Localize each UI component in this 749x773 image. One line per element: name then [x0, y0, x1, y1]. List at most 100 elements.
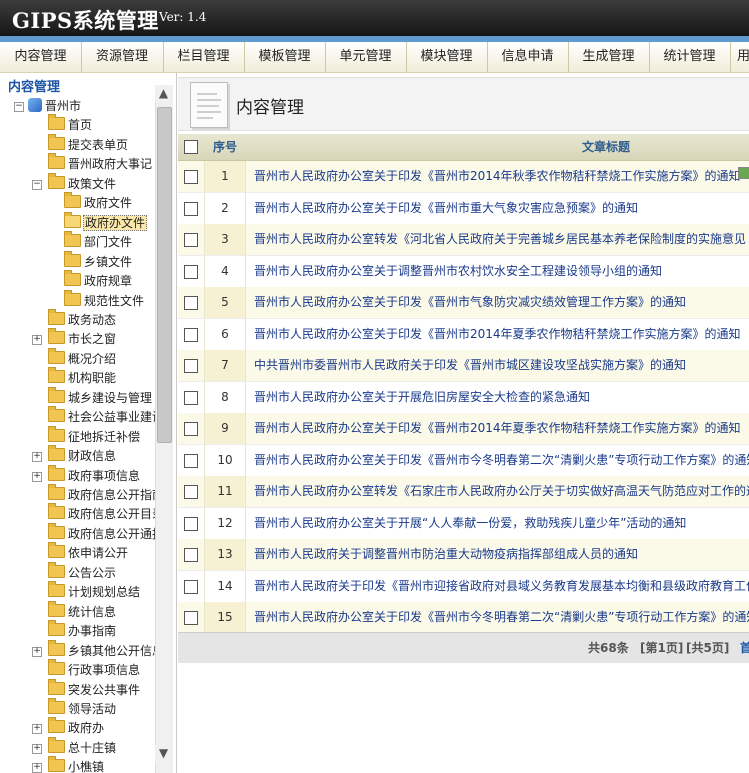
- row-checkbox[interactable]: [184, 233, 198, 247]
- nav-item-10[interactable]: 用户: [730, 42, 749, 72]
- article-title-link[interactable]: 晋州市人民政府办公室关于开展“人人奉献一份爱，救助残疾儿童少年”活动的通知: [254, 508, 686, 539]
- article-title-link[interactable]: 晋州市人民政府关于印发《晋州市迎接省政府对县域义务教育发展基本均衡和县级政府教育…: [254, 571, 749, 602]
- expand-icon[interactable]: +: [32, 452, 42, 463]
- collapse-icon[interactable]: −: [14, 102, 24, 112]
- tree-node[interactable]: 政府办文件: [64, 211, 148, 233]
- collapse-icon[interactable]: −: [32, 179, 42, 190]
- nav-item-5[interactable]: 单元管理: [325, 42, 407, 72]
- tree-node[interactable]: 乡镇文件: [64, 250, 133, 272]
- tree-node-label: 政府信息公开目录: [68, 507, 155, 522]
- tree-node[interactable]: 领导活动: [48, 697, 117, 719]
- row-checkbox[interactable]: [184, 359, 198, 373]
- article-title-link[interactable]: 晋州市人民政府办公室转发《河北省人民政府关于完善城乡居民基本养老保险制度的实施意…: [254, 224, 746, 255]
- article-title-link[interactable]: 晋州市人民政府办公室关于印发《晋州市今冬明春第二次“清剿火患”专项行动工作方案》…: [254, 602, 749, 633]
- tree-node[interactable]: + 总十庄镇: [32, 736, 117, 758]
- row-checkbox[interactable]: [184, 579, 198, 594]
- row-checkbox[interactable]: [184, 422, 198, 436]
- tree-node[interactable]: 办事指南: [48, 620, 117, 641]
- tree-node[interactable]: 城乡建设与管理: [48, 386, 153, 408]
- tree-node[interactable]: 规范性文件: [64, 289, 145, 311]
- row-checkbox[interactable]: [184, 327, 198, 342]
- row-index: 6: [204, 318, 246, 350]
- tree-node[interactable]: 首页: [48, 114, 93, 135]
- scroll-up-icon[interactable]: ▲: [155, 85, 172, 102]
- select-all-checkbox[interactable]: [184, 140, 198, 154]
- tree-node[interactable]: 统计信息: [48, 600, 117, 622]
- tree-node[interactable]: 征地拆迁补偿: [48, 425, 141, 447]
- table-row: 4 晋州市人民政府办公室关于调整晋州市农村饮水安全工程建设领导小组的通知: [178, 255, 749, 288]
- tree-node[interactable]: + 小樵镇: [32, 756, 105, 773]
- nav-item-1[interactable]: 内容管理: [0, 42, 82, 72]
- tree-node[interactable]: 晋州政府大事记: [48, 153, 153, 174]
- tree-node[interactable]: 公告公示: [48, 561, 117, 583]
- article-title-link[interactable]: 晋州市人民政府办公室关于印发《晋州市2014年夏季农作物秸秆禁烧工作实施方案》的…: [254, 413, 741, 444]
- nav-item-2[interactable]: 资源管理: [81, 42, 164, 72]
- expand-icon[interactable]: +: [32, 743, 42, 754]
- row-checkbox[interactable]: [184, 548, 198, 562]
- folder-icon: [64, 192, 81, 209]
- row-checkbox[interactable]: [184, 390, 198, 405]
- folder-icon: [48, 756, 65, 773]
- article-title-link[interactable]: 晋州市人民政府关于调整晋州市防治重大动物疫病指挥部组成人员的通知: [254, 539, 638, 570]
- tree-node[interactable]: 政府信息公开指南: [48, 484, 155, 505]
- article-title-link[interactable]: 晋州市人民政府办公室转发《石家庄市人民政府办公厅关于切实做好高温天气防范应对工作…: [254, 476, 749, 507]
- scroll-down-icon[interactable]: ▼: [155, 745, 172, 762]
- pager-first-link[interactable]: 首: [740, 633, 749, 663]
- nav-item-8[interactable]: 生成管理: [568, 42, 650, 72]
- tree-node[interactable]: + 市长之窗: [32, 328, 117, 349]
- tree-node-label: 部门文件: [84, 235, 133, 250]
- article-title-link[interactable]: 晋州市人民政府办公室关于印发《晋州市2014年秋季农作物秸秆禁烧工作实施方案》的…: [254, 161, 741, 192]
- nav-item-6[interactable]: 模块管理: [406, 42, 488, 72]
- expand-icon[interactable]: +: [32, 763, 42, 773]
- row-checkbox[interactable]: [184, 201, 198, 216]
- article-title-link[interactable]: 晋州市人民政府办公室关于印发《晋州市气象防灾减灾绩效管理工作方案》的通知: [254, 287, 686, 318]
- tree-node[interactable]: − 政策文件: [32, 172, 117, 194]
- tree-node[interactable]: 依申请公开: [48, 542, 129, 563]
- tree-node[interactable]: + 乡镇其他公开信息: [32, 639, 155, 661]
- tree-node[interactable]: 政务动态: [48, 308, 117, 330]
- image-attachment-icon: [738, 167, 749, 179]
- scrollbar-thumb[interactable]: [157, 107, 172, 443]
- row-checkbox[interactable]: [184, 611, 198, 625]
- row-checkbox[interactable]: [184, 453, 198, 468]
- article-title-link[interactable]: 晋州市人民政府办公室关于开展危旧房屋安全大检查的紧急通知: [254, 382, 590, 413]
- nav-item-9[interactable]: 统计管理: [649, 42, 731, 72]
- app-title: GIPS系统管理: [12, 8, 159, 33]
- article-title-link[interactable]: 晋州市人民政府办公室关于印发《晋州市今冬明春第二次“清剿火患”专项行动工作方案》…: [254, 445, 749, 476]
- article-title-link[interactable]: 晋州市人民政府办公室关于印发《晋州市2014年夏季农作物秸秆禁烧工作实施方案》的…: [254, 319, 741, 350]
- tree-node[interactable]: − 晋州市: [14, 97, 82, 116]
- expand-icon[interactable]: +: [32, 471, 42, 482]
- tree-node[interactable]: + 财政信息: [32, 445, 117, 466]
- nav-item-7[interactable]: 信息申请: [487, 42, 569, 72]
- column-header-title[interactable]: 文章标题: [582, 134, 630, 160]
- row-checkbox[interactable]: [184, 296, 198, 310]
- tree-node[interactable]: 政府规章: [64, 270, 133, 291]
- expand-icon[interactable]: +: [32, 646, 42, 657]
- tree-node[interactable]: 突发公共事件: [48, 678, 141, 700]
- tree-node[interactable]: 社会公益事业建设: [48, 406, 155, 427]
- nav-item-3[interactable]: 栏目管理: [163, 42, 245, 72]
- tree-node[interactable]: 机构职能: [48, 367, 117, 388]
- row-checkbox[interactable]: [184, 485, 198, 499]
- folder-icon: [48, 386, 65, 403]
- tree-node[interactable]: + 政府办: [32, 717, 105, 738]
- folder-icon: [48, 542, 65, 559]
- article-title-link[interactable]: 中共晋州市委晋州市人民政府关于印发《晋州市城区建设攻坚战实施方案》的通知: [254, 350, 686, 381]
- row-checkbox[interactable]: [184, 264, 198, 279]
- tree-node[interactable]: 政府文件: [64, 192, 133, 213]
- expand-icon[interactable]: +: [32, 724, 42, 735]
- tree-node[interactable]: 计划规划总结: [48, 581, 141, 602]
- tree-node[interactable]: 概况介绍: [48, 347, 117, 369]
- tree-node[interactable]: 行政事项信息: [48, 659, 141, 680]
- row-checkbox[interactable]: [184, 516, 198, 531]
- tree-node[interactable]: 部门文件: [64, 231, 133, 252]
- tree-node[interactable]: 政府信息公开目录: [48, 503, 155, 524]
- row-checkbox[interactable]: [184, 170, 198, 184]
- tree-node[interactable]: + 政府事项信息: [32, 464, 141, 486]
- expand-icon[interactable]: +: [32, 335, 42, 346]
- nav-item-4[interactable]: 模板管理: [244, 42, 326, 72]
- article-title-link[interactable]: 晋州市人民政府办公室关于印发《晋州市重大气象灾害应急预案》的通知: [254, 193, 638, 224]
- article-title-link[interactable]: 晋州市人民政府办公室关于调整晋州市农村饮水安全工程建设领导小组的通知: [254, 256, 662, 287]
- tree-node[interactable]: 提交表单页: [48, 133, 129, 155]
- tree-node[interactable]: 政府信息公开通报: [48, 522, 155, 544]
